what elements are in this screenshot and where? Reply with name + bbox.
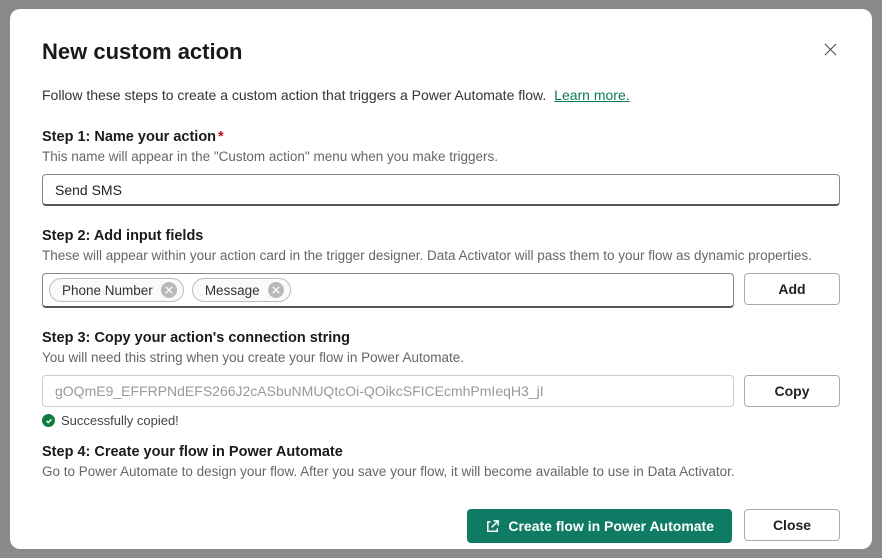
dialog-header: New custom action bbox=[42, 39, 840, 65]
step-4-block: Step 4: Create your flow in Power Automa… bbox=[42, 444, 840, 489]
step-3-title: Step 3: Copy your action's connection st… bbox=[42, 330, 840, 346]
step-3-block: Step 3: Copy your action's connection st… bbox=[42, 330, 840, 428]
close-button[interactable]: Close bbox=[744, 509, 840, 541]
dialog-footer: Create flow in Power Automate Close bbox=[42, 509, 840, 543]
create-flow-button[interactable]: Create flow in Power Automate bbox=[467, 509, 732, 543]
tag-label: Phone Number bbox=[62, 283, 153, 298]
step-1-desc: This name will appear in the "Custom act… bbox=[42, 149, 840, 164]
success-text: Successfully copied! bbox=[61, 413, 179, 428]
check-circle-icon bbox=[42, 414, 55, 427]
new-custom-action-dialog: New custom action Follow these steps to … bbox=[10, 9, 872, 549]
tag-phone-number: Phone Number bbox=[49, 278, 184, 302]
action-name-input[interactable] bbox=[42, 174, 840, 206]
step-3-desc: You will need this string when you creat… bbox=[42, 350, 840, 365]
dialog-intro: Follow these steps to create a custom ac… bbox=[42, 87, 840, 103]
step-2-title: Step 2: Add input fields bbox=[42, 228, 840, 244]
step-2-desc: These will appear within your action car… bbox=[42, 248, 840, 263]
step-1-title: Step 1: Name your action* bbox=[42, 129, 840, 145]
close-icon[interactable] bbox=[820, 39, 840, 59]
tag-label: Message bbox=[205, 283, 260, 298]
remove-tag-icon[interactable] bbox=[268, 282, 284, 298]
intro-text: Follow these steps to create a custom ac… bbox=[42, 87, 546, 103]
input-fields-tags[interactable]: Phone Number Message bbox=[42, 273, 734, 308]
copy-success-message: Successfully copied! bbox=[42, 413, 840, 428]
learn-more-link[interactable]: Learn more. bbox=[554, 87, 629, 103]
step-4-desc: Go to Power Automate to design your flow… bbox=[42, 464, 840, 479]
remove-tag-icon[interactable] bbox=[161, 282, 177, 298]
create-flow-label: Create flow in Power Automate bbox=[508, 518, 714, 534]
add-input-field-button[interactable]: Add bbox=[744, 273, 840, 305]
tag-message: Message bbox=[192, 278, 291, 302]
dialog-title: New custom action bbox=[42, 39, 242, 65]
step-2-block: Step 2: Add input fields These will appe… bbox=[42, 228, 840, 308]
step-1-block: Step 1: Name your action* This name will… bbox=[42, 129, 840, 206]
open-external-icon bbox=[485, 519, 500, 534]
connection-string-field[interactable]: gOQmE9_EFFRPNdEFS266J2cASbuNMUQtcOi-QOik… bbox=[42, 375, 734, 407]
copy-button[interactable]: Copy bbox=[744, 375, 840, 407]
step-4-title: Step 4: Create your flow in Power Automa… bbox=[42, 444, 840, 460]
required-indicator: * bbox=[218, 129, 224, 145]
